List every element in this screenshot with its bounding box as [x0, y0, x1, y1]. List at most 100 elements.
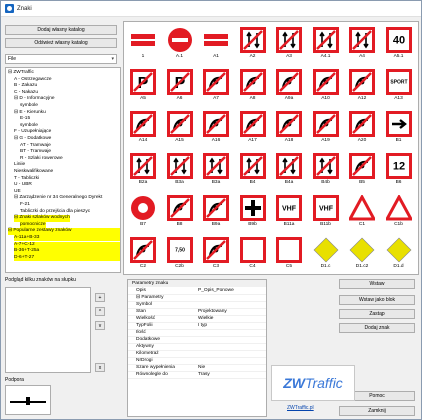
- property-row[interactable]: ⊟ Parametry: [128, 295, 266, 302]
- refresh-own-catalog-button[interactable]: Odśwież własny katalog: [5, 38, 117, 48]
- sign-tile[interactable]: A9a: [271, 67, 307, 104]
- tree-item[interactable]: F-21: [20, 202, 30, 208]
- sign-tile[interactable]: PA6: [162, 67, 198, 104]
- tree-item[interactable]: ⊟ Zarządzenie nr 34 Generalnego Dyrekt: [14, 195, 102, 201]
- sign-tile[interactable]: D1.d: [381, 235, 417, 272]
- sign-tile[interactable]: D1.c2: [344, 235, 380, 272]
- property-row[interactable]: Kilometraż: [128, 351, 266, 358]
- sign-tile[interactable]: B4b: [308, 151, 344, 188]
- sign-tile[interactable]: SPORT A13: [381, 67, 417, 104]
- sign-tile[interactable]: A10: [308, 67, 344, 104]
- sign-properties-grid[interactable]: Parametry znaku Opis P_Opis_Ponowe ⊟ Param…: [127, 279, 267, 417]
- sign-tile[interactable]: B5: [344, 151, 380, 188]
- sign-tile[interactable]: B1: [381, 109, 417, 146]
- property-value[interactable]: Trasy: [198, 372, 210, 379]
- sign-tile[interactable]: A12: [344, 67, 380, 104]
- tree-item[interactable]: A-11a+B-33: [14, 235, 120, 242]
- sign-tile[interactable]: C4: [235, 235, 271, 272]
- sign-tile[interactable]: B3a: [162, 151, 198, 188]
- property-row[interactable]: Aktywny: [128, 344, 266, 351]
- catalog-tree[interactable]: ⊟ ZWTraffic A - Ostrzegawcze B - Zakazu C -…: [5, 67, 121, 273]
- tree-item[interactable]: F - Uzupełniające: [14, 129, 51, 135]
- tree-item[interactable]: E-15: [20, 116, 30, 122]
- tree-item[interactable]: B-36+T-25a: [14, 248, 120, 255]
- sign-tile[interactable]: VHF B11a: [271, 193, 307, 230]
- tree-item[interactable]: ⊟ Popularne zestawy znaków: [8, 228, 120, 235]
- sign-tile[interactable]: A4.1: [308, 25, 344, 62]
- sign-tile[interactable]: B2a: [125, 151, 161, 188]
- sign-tile[interactable]: A15: [162, 109, 198, 146]
- sign-tile[interactable]: A17: [235, 109, 271, 146]
- podpora-preview[interactable]: [5, 385, 51, 415]
- sign-tile[interactable]: A1: [198, 25, 234, 62]
- tree-item[interactable]: D-6+T-27: [14, 254, 120, 262]
- sign-tile[interactable]: VHF B11b: [308, 193, 344, 230]
- sign-tile[interactable]: A16: [198, 109, 234, 146]
- remove-from-post-button[interactable]: x: [95, 363, 105, 372]
- tree-item[interactable]: ⊟ ZWTraffic: [8, 70, 34, 76]
- sign-tile[interactable]: A7: [198, 67, 234, 104]
- sign-tile[interactable]: C1: [344, 193, 380, 230]
- sign-tile[interactable]: A3: [271, 25, 307, 62]
- tree-item[interactable]: symbole: [20, 103, 38, 109]
- sign-tile[interactable]: 40 A5.1: [381, 25, 417, 62]
- sign-tile[interactable]: B9a: [198, 193, 234, 230]
- property-row[interactable]: Symbol: [128, 302, 266, 309]
- sign-tile[interactable]: A19: [308, 109, 344, 146]
- sign-tile[interactable]: B4: [235, 151, 271, 188]
- property-row[interactable]: NrDrogi: [128, 358, 266, 365]
- tree-item[interactable]: B - Zakazu: [14, 83, 37, 89]
- sign-tile[interactable]: 1: [125, 25, 161, 62]
- chevron-down-icon[interactable]: ▾: [111, 56, 114, 62]
- sign-tile[interactable]: A20: [344, 109, 380, 146]
- add-sign-to-post-button[interactable]: +: [95, 293, 105, 302]
- sign-tile[interactable]: PA5: [125, 67, 161, 104]
- close-button[interactable]: Zamknij: [339, 406, 415, 416]
- sign-grid[interactable]: 1A.1A1A2A3A4.1A440A5.1PA5PA6A7A8A9aA10A1…: [123, 21, 419, 275]
- insert-button[interactable]: Wstaw: [339, 279, 415, 289]
- tree-item[interactable]: Nieskwalifikowane: [14, 169, 53, 175]
- tree-item[interactable]: ⊟ D - Informacyjne: [14, 96, 55, 102]
- sign-tile[interactable]: C1b: [381, 193, 417, 230]
- replace-button[interactable]: Zastąp: [339, 309, 415, 319]
- property-value[interactable]: I typ: [198, 323, 207, 330]
- tree-item[interactable]: ⊟ Znaki szlaków wodnych: [14, 215, 70, 222]
- sign-tile[interactable]: 7,50 C2b: [162, 235, 198, 272]
- sign-tile[interactable]: A8: [235, 67, 271, 104]
- property-row[interactable]: Opis P_Opis_Ponowe: [128, 288, 266, 295]
- sign-tile[interactable]: A14: [125, 109, 161, 146]
- tree-item[interactable]: BT - Tramwaje: [20, 149, 51, 155]
- move-down-button[interactable]: v: [95, 321, 105, 330]
- property-row[interactable]: Wielkość Wielkie: [128, 316, 266, 323]
- sign-tile[interactable]: 12 B6: [381, 151, 417, 188]
- sign-tile[interactable]: C5: [271, 235, 307, 272]
- catalog-combo[interactable]: File ▾: [5, 54, 117, 64]
- tree-item[interactable]: ⊟ G - Dodatkowe: [14, 136, 51, 142]
- zwtraffic-link[interactable]: ZWTraffic.pl: [287, 405, 314, 411]
- sign-tile[interactable]: B4a: [271, 151, 307, 188]
- property-row[interactable]: Dodatkowe: [128, 337, 266, 344]
- tree-item[interactable]: R - Szlaki rowerowe: [20, 156, 63, 162]
- property-row[interactable]: Stan Projektowany: [128, 309, 266, 316]
- sign-tile[interactable]: B8: [162, 193, 198, 230]
- sign-tile[interactable]: A2: [235, 25, 271, 62]
- property-value[interactable]: Wielkie: [198, 316, 213, 323]
- sign-tile[interactable]: D1.c: [308, 235, 344, 272]
- add-own-catalog-button[interactable]: Dodaj własny katalog: [5, 25, 117, 35]
- sign-tile[interactable]: C3: [198, 235, 234, 272]
- property-value[interactable]: P_Opis_Ponowe: [198, 288, 234, 295]
- sign-tile[interactable]: B9b: [235, 193, 271, 230]
- sign-tile[interactable]: B3a: [198, 151, 234, 188]
- sign-tile[interactable]: A.1: [162, 25, 198, 62]
- sign-tile[interactable]: B7: [125, 193, 161, 230]
- sign-tile[interactable]: C2: [125, 235, 161, 272]
- property-row[interactable]: TypFolii I typ: [128, 323, 266, 330]
- property-row[interactable]: Szare wypełnienia Nie: [128, 365, 266, 372]
- tree-item[interactable]: Liniie: [14, 162, 25, 168]
- sign-tile[interactable]: A18: [271, 109, 307, 146]
- sign-tile[interactable]: A4: [344, 25, 380, 62]
- property-row[interactable]: Równolegle do Trasy: [128, 372, 266, 379]
- property-value[interactable]: Projektowany: [198, 309, 227, 316]
- property-row[interactable]: Ilość: [128, 330, 266, 337]
- post-preview-box[interactable]: [5, 287, 91, 373]
